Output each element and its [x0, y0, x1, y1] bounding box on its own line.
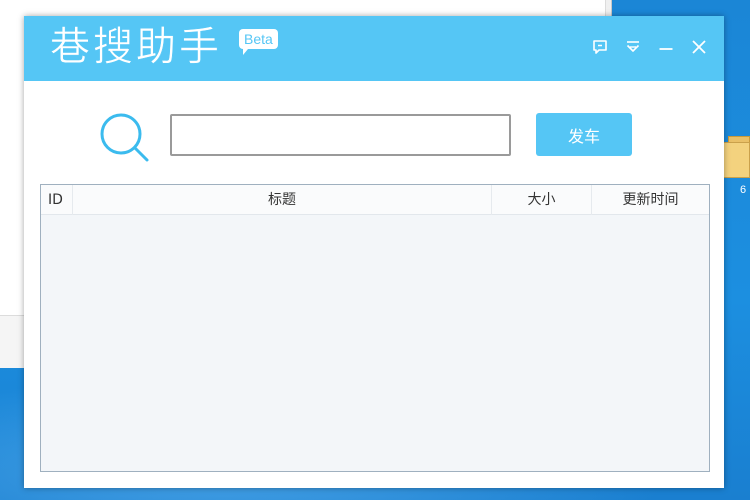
column-header-title[interactable]: 标题 — [73, 185, 492, 215]
minimize-icon — [659, 48, 673, 50]
app-window: 巷搜助手 Beta 发车 ID 标题 大小 更新时间 — [24, 16, 724, 488]
table-header: ID 标题 大小 更新时间 — [41, 185, 709, 215]
column-header-updated[interactable]: 更新时间 — [592, 185, 709, 215]
title-bar[interactable]: 巷搜助手 Beta — [24, 16, 724, 81]
beta-badge: Beta — [239, 29, 278, 55]
column-header-id[interactable]: ID — [41, 185, 73, 215]
column-header-size[interactable]: 大小 — [492, 185, 592, 215]
search-icon — [99, 112, 151, 164]
desktop-folder-icon[interactable] — [722, 130, 750, 178]
minimize-button[interactable] — [655, 36, 677, 58]
folder-front — [722, 142, 750, 178]
search-button[interactable]: 发车 — [536, 113, 632, 156]
app-title: 巷搜助手 — [50, 24, 222, 71]
menu-chevron-icon — [626, 41, 640, 52]
menu-button[interactable] — [622, 36, 644, 58]
table-body[interactable] — [41, 216, 709, 471]
main-content: 发车 ID 标题 大小 更新时间 — [24, 81, 724, 488]
search-input[interactable] — [170, 114, 511, 156]
window-controls — [589, 36, 710, 58]
results-table: ID 标题 大小 更新时间 — [40, 184, 710, 472]
close-icon — [692, 40, 706, 54]
close-button[interactable] — [688, 36, 710, 58]
desktop-folder-label: 6 — [740, 184, 747, 196]
feedback-button[interactable] — [589, 36, 611, 58]
feedback-icon — [593, 40, 607, 54]
